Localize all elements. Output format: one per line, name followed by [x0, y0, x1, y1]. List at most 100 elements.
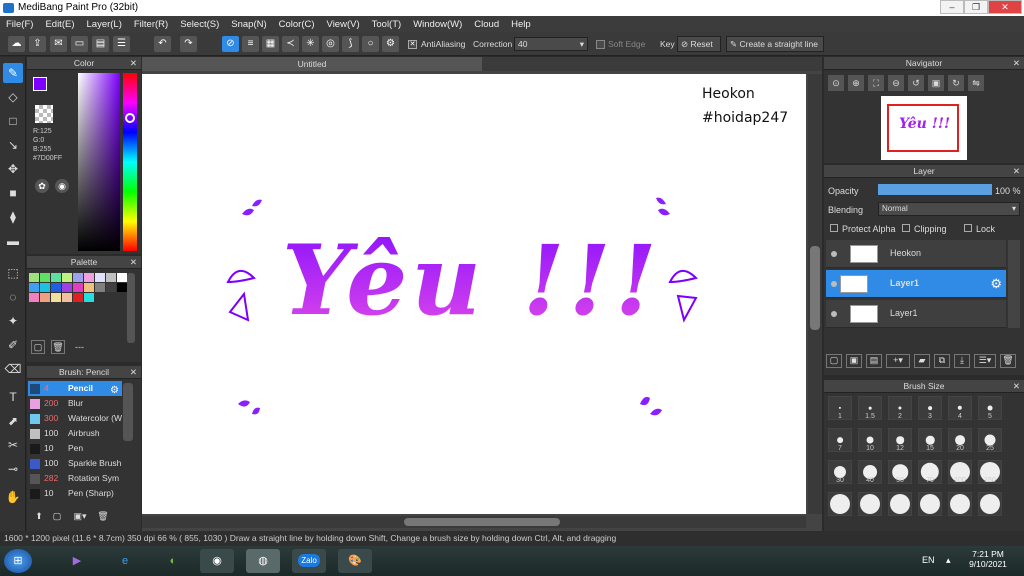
circle-snap-icon[interactable]: ◎ — [322, 36, 339, 52]
menu-tool[interactable]: Tool(T) — [372, 19, 402, 30]
foreground-color-swatch[interactable] — [33, 77, 47, 91]
brush-size-option[interactable] — [858, 492, 882, 516]
visual-studio-icon[interactable]: ▶ — [60, 549, 94, 573]
hue-slider[interactable] — [123, 73, 137, 251]
list-icon[interactable]: ☰ — [113, 36, 130, 52]
layer-row[interactable]: Layer1 — [826, 300, 1006, 328]
brush-item[interactable]: 4 Pencil — [28, 381, 122, 396]
cloud-icon[interactable]: ☁ — [8, 36, 25, 52]
brush-item[interactable]: 200 Blur — [28, 396, 122, 411]
dot-tool-icon[interactable]: ↘ — [3, 135, 23, 155]
color-wheel-icon[interactable]: ✿ — [35, 179, 49, 193]
horizontal-scrollbar[interactable] — [142, 516, 806, 528]
brush-size-option[interactable]: 1.5 — [858, 396, 882, 420]
brush-size-option[interactable]: 25 — [978, 428, 1002, 452]
blending-select[interactable]: Normal ▾ — [878, 202, 1020, 216]
new-8bit-layer-icon[interactable]: ▤ — [866, 354, 882, 368]
palette-more[interactable]: --- — [75, 342, 84, 352]
brush-size-option[interactable] — [948, 492, 972, 516]
palette-swatch[interactable] — [51, 293, 61, 302]
document-tab[interactable]: Untitled — [142, 57, 482, 71]
palette-swatch[interactable] — [84, 293, 94, 302]
layer-settings-gear-icon[interactable]: ⚙ — [990, 276, 1002, 292]
language-indicator[interactable]: EN — [922, 555, 935, 565]
palette-swatch[interactable] — [95, 283, 105, 292]
zoom-fit-icon[interactable]: ⊙ — [828, 75, 844, 91]
maximize-button[interactable]: ❐ — [964, 0, 988, 14]
palette-swatch[interactable] — [51, 283, 61, 292]
document-icon[interactable]: ▤ — [92, 36, 109, 52]
saturation-value-box[interactable] — [78, 73, 120, 251]
panel-close-icon[interactable]: ✕ — [1013, 165, 1020, 178]
panel-close-icon[interactable]: ✕ — [1013, 380, 1020, 393]
layer-row[interactable]: Heokon — [826, 240, 1006, 268]
new-brush-icon[interactable]: ▢ — [50, 511, 64, 525]
brush-size-option[interactable]: 1 — [828, 396, 852, 420]
rectangle-tool-icon[interactable]: □ — [3, 111, 23, 131]
protect-alpha-checkbox[interactable] — [830, 224, 838, 232]
merge-down-icon[interactable]: ⤓ — [954, 354, 970, 368]
select-eraser-tool-icon[interactable]: ⌫ — [3, 359, 23, 379]
perspective-snap-icon[interactable]: ≺ — [282, 36, 299, 52]
zalo-icon[interactable]: Zalo — [292, 549, 326, 573]
palette-swatch[interactable] — [62, 293, 72, 302]
brush-size-option[interactable] — [888, 492, 912, 516]
menu-filter[interactable]: Filter(R) — [134, 19, 168, 30]
brush-item[interactable]: 10 Pen (Sharp) — [28, 486, 122, 501]
brush-size-option[interactable]: 40 — [858, 460, 882, 484]
brush-tool-icon[interactable]: ✎ — [3, 63, 23, 83]
zoom-out-icon[interactable]: ⊖ — [888, 75, 904, 91]
panel-close-icon[interactable]: ✕ — [130, 57, 137, 70]
select-tool-icon[interactable]: ⬚ — [3, 263, 23, 283]
message-icon[interactable]: ▭ — [71, 36, 88, 52]
fullscreen-icon[interactable]: ⛶ — [868, 75, 884, 91]
hue-handle[interactable] — [125, 113, 135, 123]
lasso-tool-icon[interactable]: ◌ — [3, 287, 23, 307]
menu-file[interactable]: File(F) — [6, 19, 33, 30]
palette-swatch[interactable] — [106, 283, 116, 292]
brush-size-option[interactable]: 70 — [918, 460, 942, 484]
brush-size-option[interactable]: 12 — [888, 428, 912, 452]
menu-cloud[interactable]: Cloud — [474, 19, 499, 30]
correction-select[interactable]: 40 ▾ — [514, 37, 588, 51]
color-picker-icon[interactable]: ◉ — [55, 179, 69, 193]
vertical-scroll-thumb[interactable] — [810, 246, 820, 330]
add-brush-icon[interactable]: ⬆ — [32, 511, 46, 525]
trash-icon[interactable]: 🗑 — [51, 340, 65, 354]
paint-icon[interactable]: 🎨 — [338, 549, 372, 573]
eyedropper-tool-icon[interactable]: ⊸ — [3, 459, 23, 479]
bucket-tool-icon[interactable]: ⧫ — [3, 207, 23, 227]
grid-snap-icon[interactable]: ▦ — [262, 36, 279, 52]
close-button[interactable]: ✕ — [988, 0, 1022, 14]
brush-size-option[interactable]: 3 — [918, 396, 942, 420]
snap-off-icon[interactable]: ⊘ — [222, 36, 239, 52]
folder-icon[interactable]: ▰ — [914, 354, 930, 368]
radial-snap-icon[interactable]: ✳ — [302, 36, 319, 52]
medibang-app-icon[interactable]: ◍ — [246, 549, 280, 573]
palette-swatch[interactable] — [95, 273, 105, 282]
panel-close-icon[interactable]: ✕ — [130, 366, 137, 379]
parallel-snap-icon[interactable]: ≡ — [242, 36, 259, 52]
panel-close-icon[interactable]: ✕ — [1013, 57, 1020, 70]
reset-button[interactable]: ⊘ Reset — [677, 36, 721, 52]
brush-size-option[interactable]: 20 — [948, 428, 972, 452]
palette-swatch[interactable] — [40, 273, 50, 282]
antialias-checkbox[interactable]: ✕ — [408, 40, 417, 49]
palette-swatch[interactable] — [117, 283, 127, 292]
clipping-checkbox[interactable] — [902, 224, 910, 232]
ellipse-snap-icon[interactable]: ○ — [362, 36, 379, 52]
duplicate-layer-icon[interactable]: ⧉ — [934, 354, 950, 368]
palette-swatch[interactable] — [106, 273, 116, 282]
palette-swatch[interactable] — [84, 283, 94, 292]
layer-row[interactable]: Layer1 ⚙ — [826, 270, 1006, 298]
visibility-eye-icon[interactable] — [831, 311, 837, 317]
menu-edit[interactable]: Edit(E) — [45, 19, 74, 30]
palette-swatch[interactable] — [29, 273, 39, 282]
menu-layer[interactable]: Layer(L) — [87, 19, 122, 30]
palette-swatch[interactable] — [84, 273, 94, 282]
brush-size-option[interactable]: 2 — [888, 396, 912, 420]
brush-size-option[interactable] — [918, 492, 942, 516]
comment-icon[interactable]: ✉ — [50, 36, 67, 52]
brush-size-option[interactable] — [828, 492, 852, 516]
straight-line-button[interactable]: ✎ Create a straight line — [726, 36, 824, 52]
